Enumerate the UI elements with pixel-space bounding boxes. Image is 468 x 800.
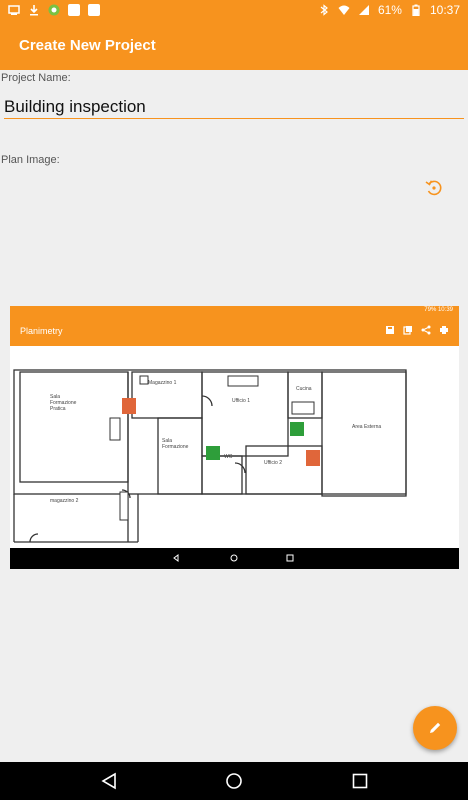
preview-nav-bar [10,548,459,569]
svg-text:Ufficio 1: Ufficio 1 [232,398,250,404]
save-icon [386,326,394,334]
svg-text:WC: WC [224,454,233,460]
edit-fab-button[interactable] [413,706,457,750]
project-name-input[interactable] [4,91,464,119]
copy-icon [403,326,412,335]
signal-icon [358,5,369,15]
svg-text:Area Esterna: Area Esterna [352,424,381,430]
preview-status-bar: 79% 10:39 [10,306,459,316]
preview-back-icon [173,554,179,562]
notification-icons [8,4,100,16]
plan-image-label: Plan Image: [1,154,60,166]
system-nav-bar [0,762,468,800]
preview-app-bar: Planimetry [10,316,459,346]
plan-image[interactable]: 79% 10:39 Planimetry Sala Formazione Pra… [10,306,459,569]
svg-text:Pratica: Pratica [50,406,66,412]
project-name-label: Project Name: [1,72,71,84]
status-bar: 61% 10:37 [0,0,468,24]
floor-plan-drawing: Sala Formazione Pratica Magazzino 1 Uffi… [13,369,407,543]
share-icon [421,325,431,335]
clock: 10:37 [429,3,460,17]
preview-home-icon [230,554,238,562]
notification-square-icon-2 [88,4,100,16]
battery-icon [412,4,420,16]
preview-actions [385,325,449,335]
svg-text:Formazione: Formazione [162,444,189,450]
app-bar: Create New Project [0,24,468,70]
screen-icon [8,5,20,15]
recents-icon[interactable] [351,772,369,790]
svg-text:Ufficio 2: Ufficio 2 [264,460,282,466]
print-icon [440,326,448,334]
preview-status-text: 79% 10:39 [424,307,453,313]
system-indicators: 61% 10:37 [318,3,460,17]
bluetooth-icon [320,4,328,16]
battery-percent: 61% [377,3,402,17]
preview-recents-icon [286,554,294,562]
download-icon [30,5,38,16]
rotate-icon[interactable] [424,178,444,198]
svg-text:Cucina: Cucina [296,386,312,392]
home-icon[interactable] [225,772,243,790]
notification-square-icon [68,4,80,16]
page-title: Create New Project [19,37,156,54]
svg-text:magazzino 2: magazzino 2 [50,498,79,504]
preview-title: Planimetry [20,326,63,336]
pencil-icon [430,722,441,733]
back-icon[interactable] [100,772,118,790]
wifi-icon [338,5,350,15]
svg-text:Magazzino 1: Magazzino 1 [148,380,177,386]
app-badge-icon [48,4,60,16]
